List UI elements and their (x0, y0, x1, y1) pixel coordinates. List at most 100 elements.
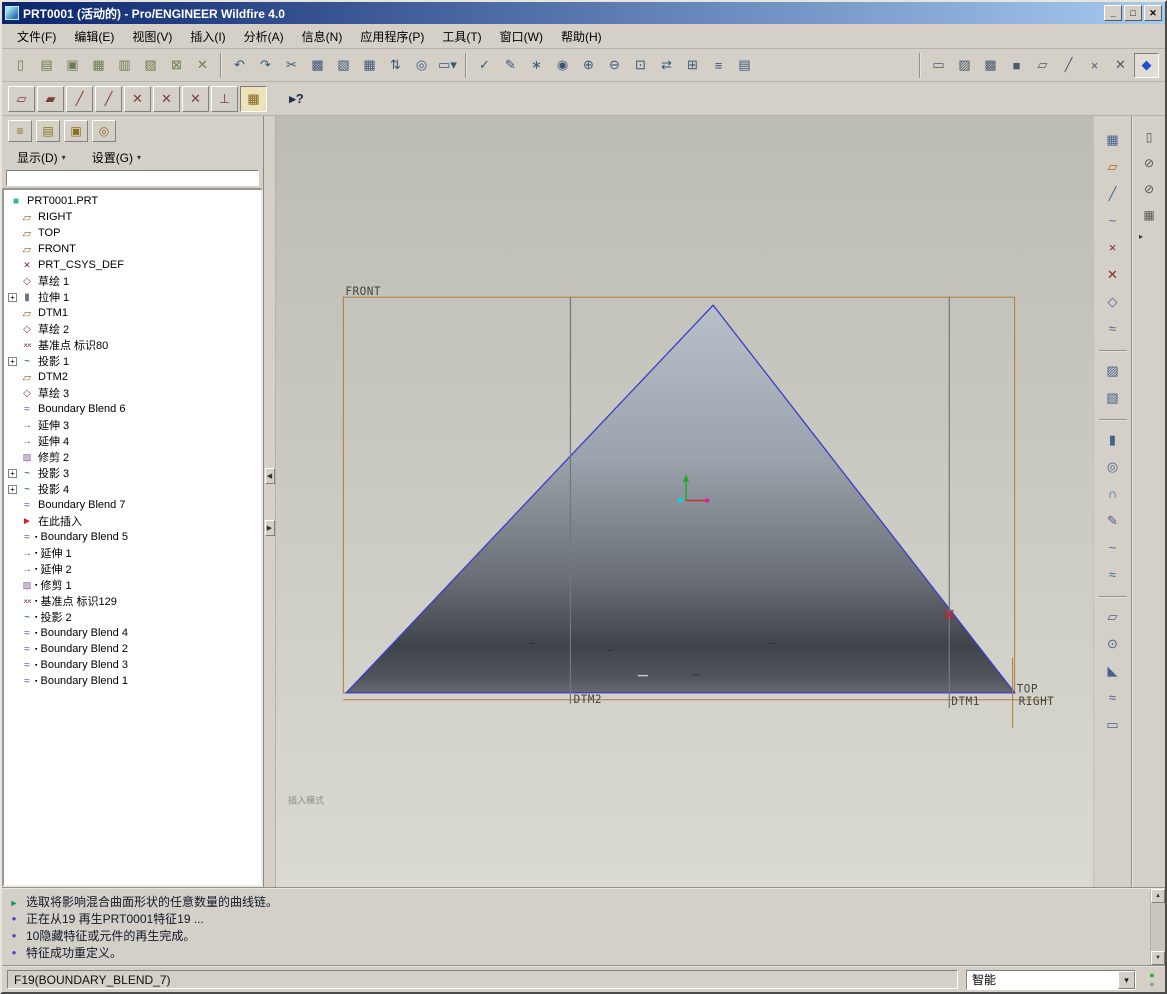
tree-item[interactable]: PRT0001.PRT (6, 193, 261, 209)
grid-dock-button[interactable]: ▦ (1137, 204, 1161, 226)
paste-special-button[interactable]: ▦ (357, 53, 382, 78)
tree-item[interactable]: + 投影 3 (6, 465, 261, 481)
no-hidden-button[interactable]: ▩ (978, 53, 1003, 78)
tree-item[interactable]: 草绘 2 (6, 321, 261, 337)
tree-expand-toggle[interactable] (8, 277, 17, 286)
cut-button[interactable]: ✂ (279, 53, 304, 78)
3d-viewport[interactable]: FRONT DTM2 DTM1 TOP RIGHT 插入模式 (276, 116, 1093, 887)
view-manager-button[interactable]: ▤ (732, 53, 757, 78)
tree-expand-toggle[interactable]: + (8, 356, 17, 366)
point-tag-display-button[interactable]: ✕ (153, 85, 180, 112)
window-dock-button[interactable]: ▯ (1137, 126, 1161, 148)
tree-item[interactable]: ▪ Boundary Blend 4 (6, 625, 261, 641)
tree-expand-toggle[interactable] (8, 645, 17, 654)
sweep-tool[interactable]: ✎ (1098, 508, 1127, 533)
tree-item[interactable]: ▪ 延伸 1 (6, 545, 261, 561)
curve-tool[interactable]: ~ (1098, 535, 1127, 560)
delete-versions-button[interactable]: ✕ (190, 53, 215, 78)
axis-display-button[interactable]: ╱ (66, 85, 93, 112)
clip-toggle-button[interactable]: ⊘ (1137, 152, 1161, 174)
menu-info[interactable]: 信息(N) (293, 24, 352, 49)
zoom-in-button[interactable]: ⊕ (576, 53, 601, 78)
folder-browser-button[interactable]: ▤ (36, 120, 60, 142)
verify-button[interactable]: ✓ (472, 53, 497, 78)
tree-item[interactable]: FRONT (6, 241, 261, 257)
tree-expand-toggle[interactable] (8, 405, 17, 414)
annotate-button[interactable]: ✎ (498, 53, 523, 78)
tree-item[interactable]: Boundary Blend 7 (6, 497, 261, 513)
tree-item[interactable]: ▪ Boundary Blend 3 (6, 657, 261, 673)
datum-axis-tool[interactable]: ╱ (1098, 181, 1127, 206)
collapse-panel-arrow[interactable]: ◀ (264, 467, 275, 484)
menu-analysis[interactable]: 分析(A) (235, 24, 293, 49)
tree-expand-toggle[interactable] (8, 453, 17, 462)
csys-display-button[interactable]: ✕ (182, 85, 209, 112)
datum-fill-display-button[interactable]: ▰ (37, 85, 64, 112)
saved-views-button[interactable]: ⊞ (680, 53, 705, 78)
tree-item[interactable]: RIGHT (6, 209, 261, 225)
settings-menu[interactable]: 设置(G) (87, 147, 146, 168)
refit-button[interactable]: ⊡ (628, 53, 653, 78)
tree-expand-toggle[interactable] (8, 229, 17, 238)
tree-expand-toggle[interactable] (8, 421, 17, 430)
datum-points-toggle[interactable]: × (1082, 53, 1107, 78)
menu-help[interactable]: 帮助(H) (552, 24, 611, 49)
menu-insert[interactable]: 插入(I) (181, 24, 234, 49)
tree-item[interactable]: DTM2 (6, 369, 261, 385)
minimize-button[interactable]: _ (1104, 5, 1122, 21)
message-scrollbar[interactable]: ▲ ▼ (1150, 889, 1165, 965)
tree-item[interactable]: 草绘 3 (6, 385, 261, 401)
scroll-up-icon[interactable]: ▲ (1151, 889, 1165, 903)
tree-item[interactable]: ▪ Boundary Blend 5 (6, 529, 261, 545)
selection-filter-combo[interactable]: 智能 (966, 969, 1136, 990)
tree-expand-toggle[interactable] (8, 213, 17, 222)
menu-edit[interactable]: 编辑(E) (65, 24, 123, 49)
copy-geometry-tool[interactable]: ▨ (1098, 358, 1127, 383)
tree-expand-toggle[interactable] (8, 389, 17, 398)
tree-item[interactable]: 延伸 4 (6, 433, 261, 449)
datum-planes-toggle[interactable]: ▱ (1030, 53, 1055, 78)
wireframe-button[interactable]: ▭ (926, 53, 951, 78)
pattern-tool[interactable]: ≈ (1098, 685, 1127, 710)
right-datum-label[interactable]: RIGHT (1019, 695, 1055, 708)
dtm2-label[interactable]: DTM2 (573, 693, 602, 706)
datum-csys-toggle[interactable]: ✕ (1108, 53, 1133, 78)
save-copy-button[interactable]: ▦ (86, 53, 111, 78)
tree-expand-toggle[interactable] (8, 549, 17, 558)
datum-axes-toggle[interactable]: ╱ (1056, 53, 1081, 78)
tree-expand-toggle[interactable] (8, 341, 17, 350)
tree-expand-toggle[interactable] (8, 261, 17, 270)
tree-item[interactable]: ▪ 延伸 2 (6, 561, 261, 577)
tree-expand-toggle[interactable] (8, 565, 17, 574)
menu-file[interactable]: 文件(F) (8, 24, 65, 49)
tree-item[interactable]: ▪ 基准点 标识129 (6, 593, 261, 609)
analysis-display-tool[interactable]: ≈ (1098, 316, 1127, 341)
tree-item[interactable]: TOP (6, 225, 261, 241)
tree-expand-toggle[interactable] (8, 597, 17, 606)
tree-item[interactable]: Boundary Blend 6 (6, 401, 261, 417)
tree-expand-toggle[interactable] (8, 437, 17, 446)
flatten-tool[interactable]: ▭ (1098, 712, 1127, 737)
favorites-button[interactable]: ▣ (64, 120, 88, 142)
panel-splitter[interactable]: ◀ ▶ (264, 116, 276, 887)
tree-expand-toggle[interactable] (8, 661, 17, 670)
top-datum-label[interactable]: TOP (1017, 683, 1038, 696)
expand-panel-arrow[interactable]: ▶ (264, 519, 275, 536)
zoom-out-button[interactable]: ⊖ (602, 53, 627, 78)
front-datum-label[interactable]: FRONT (345, 285, 381, 298)
filter-dropdown-icon[interactable] (1118, 970, 1135, 989)
open-file-button[interactable]: ▤ (34, 53, 59, 78)
trim-tool[interactable]: ◣ (1098, 658, 1127, 683)
tree-item[interactable]: + 拉伸 1 (6, 289, 261, 305)
selection-filter-button[interactable]: ▭▾ (435, 53, 460, 78)
extrude-tool[interactable]: ▮ (1098, 427, 1127, 452)
hidden-line-button[interactable]: ▨ (952, 53, 977, 78)
tree-expand-toggle[interactable] (8, 325, 17, 334)
dock-expand-arrow[interactable]: ▸ (1135, 230, 1147, 244)
tree-item[interactable]: 草绘 1 (6, 273, 261, 289)
tree-item[interactable]: ▪ 修剪 1 (6, 577, 261, 593)
axis-tag-display-button[interactable]: ╱ (95, 85, 122, 112)
tree-expand-toggle[interactable] (8, 629, 17, 638)
tree-expand-toggle[interactable] (8, 581, 17, 590)
tree-expand-toggle[interactable] (8, 309, 17, 318)
